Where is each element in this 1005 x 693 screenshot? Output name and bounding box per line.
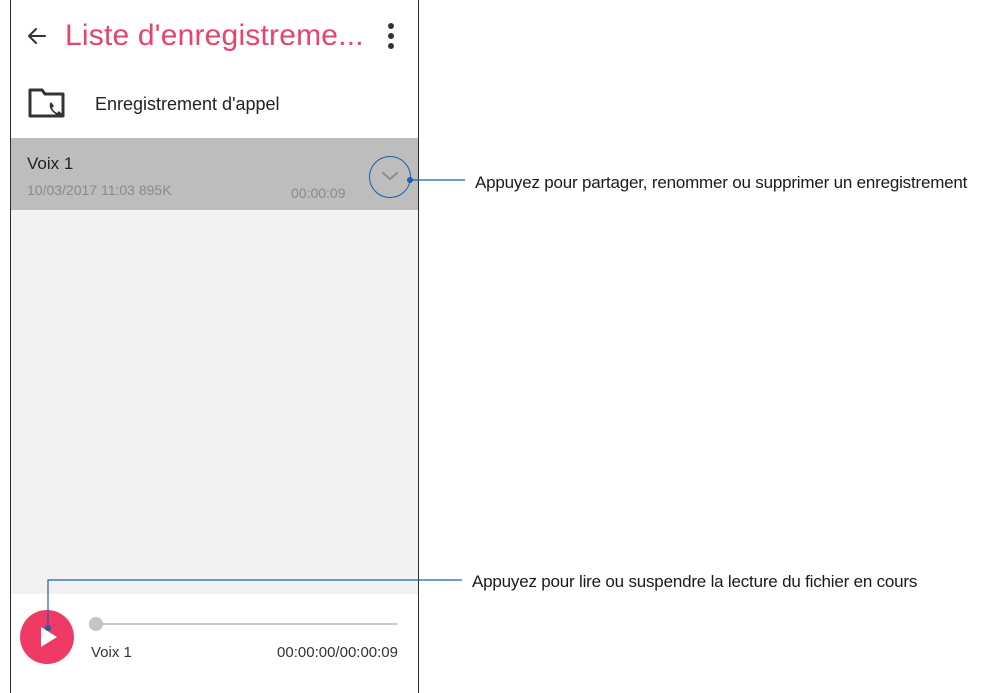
recording-list-item[interactable]: Voix 1 10/03/2017 11:03 895K 00:00:09 <box>11 138 418 210</box>
app-bar: Liste d'enregistreme... <box>11 0 418 72</box>
recording-meta: 10/03/2017 11:03 895K <box>27 182 172 198</box>
page-title: Liste d'enregistreme... <box>65 19 364 52</box>
phone-screen: Liste d'enregistreme... Enregistrement d… <box>10 0 419 693</box>
progress-track[interactable] <box>91 623 398 625</box>
callout-play: Appuyez pour lire ou suspendre la lectur… <box>472 572 918 591</box>
recording-duration: 00:00:09 <box>291 185 346 201</box>
progress-thumb[interactable] <box>89 617 103 631</box>
call-recording-folder-icon <box>28 88 65 118</box>
play-button[interactable] <box>20 610 74 664</box>
player-track-name: Voix 1 <box>91 644 132 661</box>
player-time: 00:00:00/00:00:09 <box>277 644 398 661</box>
callout-expand: Appuyez pour partager, renommer ou suppr… <box>475 173 968 192</box>
play-icon <box>41 627 57 647</box>
recording-name: Voix 1 <box>27 154 74 173</box>
chevron-down-icon <box>382 172 398 180</box>
folder-label: Enregistrement d'appel <box>95 94 280 114</box>
expand-button[interactable] <box>369 156 411 198</box>
folder-row[interactable]: Enregistrement d'appel <box>11 72 418 138</box>
audio-player: Voix 1 00:00:00/00:00:09 <box>11 594 418 693</box>
more-vert-icon[interactable] <box>383 22 399 50</box>
arrow-back-icon[interactable] <box>25 24 49 48</box>
